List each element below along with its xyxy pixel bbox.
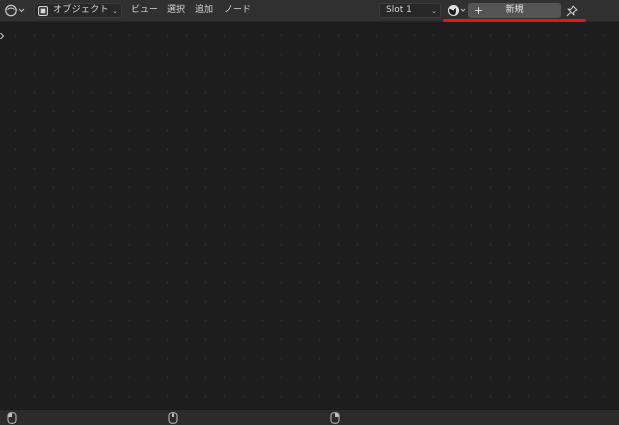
pin-button[interactable] xyxy=(563,3,581,18)
node-editor-window: オブジェクト ⌄ ビュー 選択 追加 ノード Slot 1 ⌄ + 新規 xyxy=(0,0,619,425)
node-canvas[interactable] xyxy=(0,22,619,409)
menu-view[interactable]: ビュー xyxy=(129,3,160,18)
status-bar xyxy=(0,409,619,425)
mouse-middle-icon xyxy=(168,412,178,424)
editor-type-selector[interactable] xyxy=(4,3,30,18)
menu-select[interactable]: 選択 xyxy=(165,3,187,18)
slot-dropdown[interactable]: Slot 1 ⌄ xyxy=(379,3,441,18)
pin-icon xyxy=(566,5,578,16)
header-bar: オブジェクト ⌄ ビュー 選択 追加 ノード Slot 1 ⌄ + 新規 xyxy=(0,0,619,22)
browse-material-button[interactable] xyxy=(447,3,467,18)
slot-label: Slot 1 xyxy=(386,5,412,15)
sidebar-toggle-icon[interactable] xyxy=(0,32,5,40)
chevron-down-icon: ⌄ xyxy=(112,7,118,15)
object-mode-label: オブジェクト xyxy=(53,5,109,15)
mouse-left-icon xyxy=(7,412,17,424)
plus-icon: + xyxy=(474,4,484,17)
object-icon xyxy=(38,5,48,16)
mouse-right-icon xyxy=(330,412,340,424)
node-editor-icon xyxy=(5,4,25,17)
new-button-label: 新規 xyxy=(505,5,524,15)
menu-add[interactable]: 追加 xyxy=(193,3,215,18)
object-mode-dropdown[interactable]: オブジェクト ⌄ xyxy=(34,3,122,18)
menu-node[interactable]: ノード xyxy=(222,3,253,18)
chevron-down-icon: ⌄ xyxy=(431,7,437,15)
new-material-button[interactable]: + 新規 xyxy=(468,3,561,18)
material-sphere-icon xyxy=(447,4,466,17)
